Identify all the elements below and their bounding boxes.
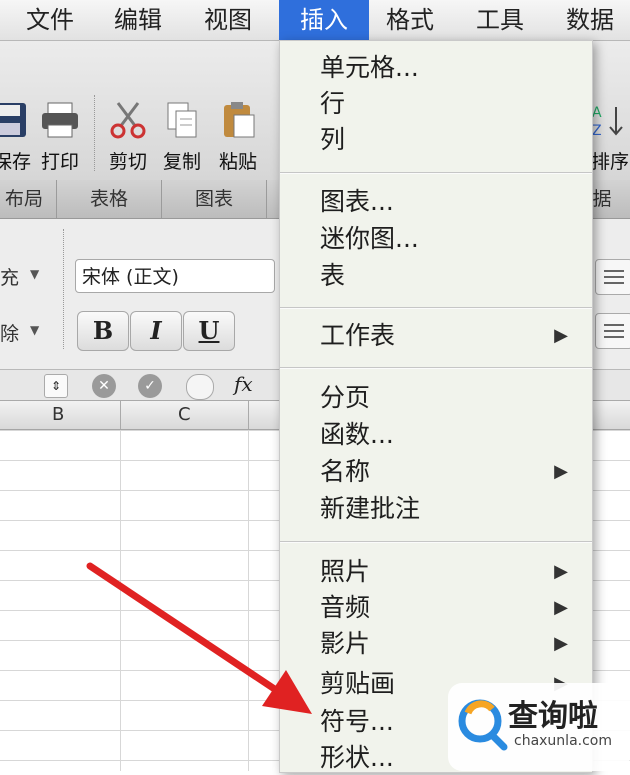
watermark-logo: 查询啦 chaxunla.com — [448, 683, 630, 771]
watermark-text: 查询啦 — [508, 699, 598, 734]
annotation-arrow — [86, 562, 312, 714]
watermark-url: chaxunla.com — [514, 733, 612, 749]
magnifier-logo-icon — [458, 699, 508, 751]
